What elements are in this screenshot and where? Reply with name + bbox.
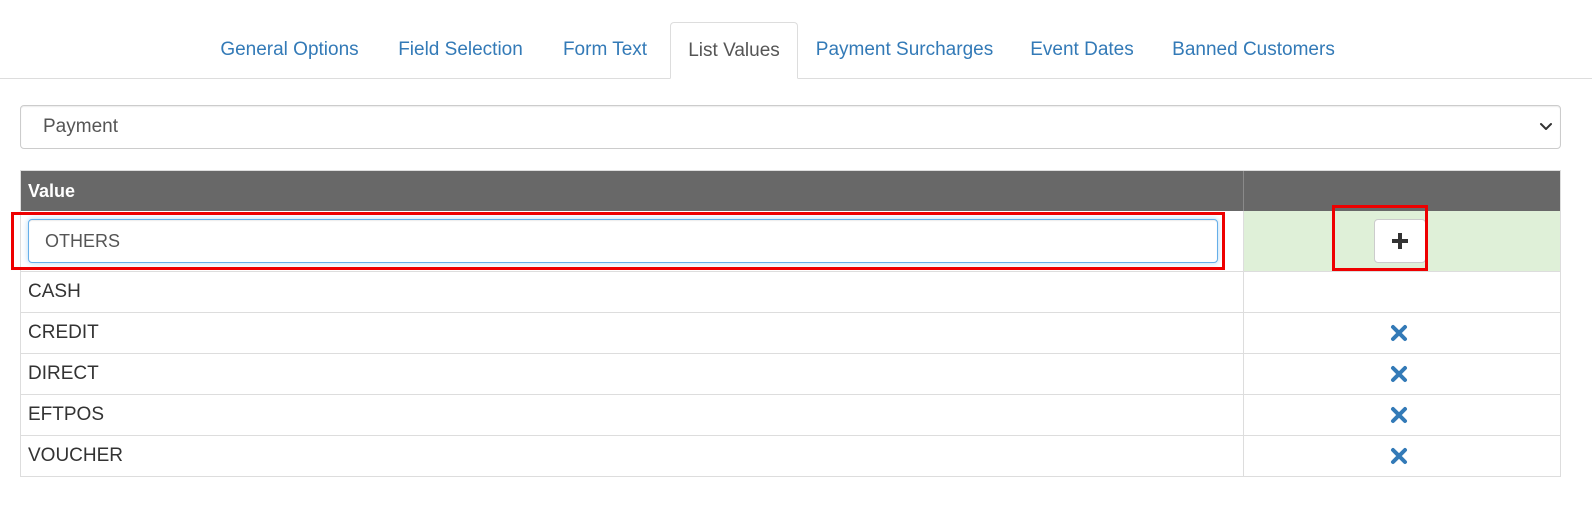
tab-bar: General Options Field Selection Form Tex… (0, 22, 1592, 79)
action-cell (1244, 313, 1560, 353)
table-row: VOUCHER (21, 435, 1560, 476)
table-row: CASH (21, 271, 1560, 312)
list-type-select[interactable]: Payment (20, 105, 1561, 149)
x-icon[interactable] (1390, 406, 1408, 424)
new-value-row (21, 211, 1560, 271)
table-header: Value (21, 171, 1560, 211)
tab-field-selection[interactable]: Field Selection (387, 22, 534, 79)
value-cell: EFTPOS (21, 395, 1244, 435)
action-cell (1244, 395, 1560, 435)
new-value-action-cell (1244, 211, 1560, 271)
table-row: EFTPOS (21, 394, 1560, 435)
value-cell: CREDIT (21, 313, 1244, 353)
value-column-header: Value (21, 171, 1244, 211)
chevron-down-icon (1540, 123, 1552, 130)
value-cell: DIRECT (21, 354, 1244, 394)
value-cell: VOUCHER (21, 436, 1244, 476)
action-cell (1244, 436, 1560, 476)
x-icon[interactable] (1390, 324, 1408, 342)
action-column-header (1244, 171, 1560, 211)
list-type-selected-value: Payment (43, 116, 118, 137)
tab-general-options[interactable]: General Options (207, 22, 372, 79)
x-icon[interactable] (1390, 447, 1408, 465)
table-row: CREDIT (21, 312, 1560, 353)
add-value-button[interactable] (1374, 219, 1426, 263)
action-cell (1244, 354, 1560, 394)
action-cell (1244, 272, 1560, 312)
tab-list-values[interactable]: List Values (670, 22, 798, 79)
tab-event-dates[interactable]: Event Dates (1018, 22, 1146, 79)
table-row: DIRECT (21, 353, 1560, 394)
new-value-cell (21, 211, 1244, 271)
value-cell: CASH (21, 272, 1244, 312)
x-icon[interactable] (1390, 365, 1408, 383)
new-value-input[interactable] (28, 219, 1218, 263)
list-values-table: Value CASH CREDIT DIRECT (20, 170, 1561, 477)
plus-icon (1392, 233, 1408, 249)
tab-payment-surcharges[interactable]: Payment Surcharges (808, 22, 1001, 79)
tab-banned-customers[interactable]: Banned Customers (1162, 22, 1345, 79)
tab-form-text[interactable]: Form Text (549, 22, 661, 79)
